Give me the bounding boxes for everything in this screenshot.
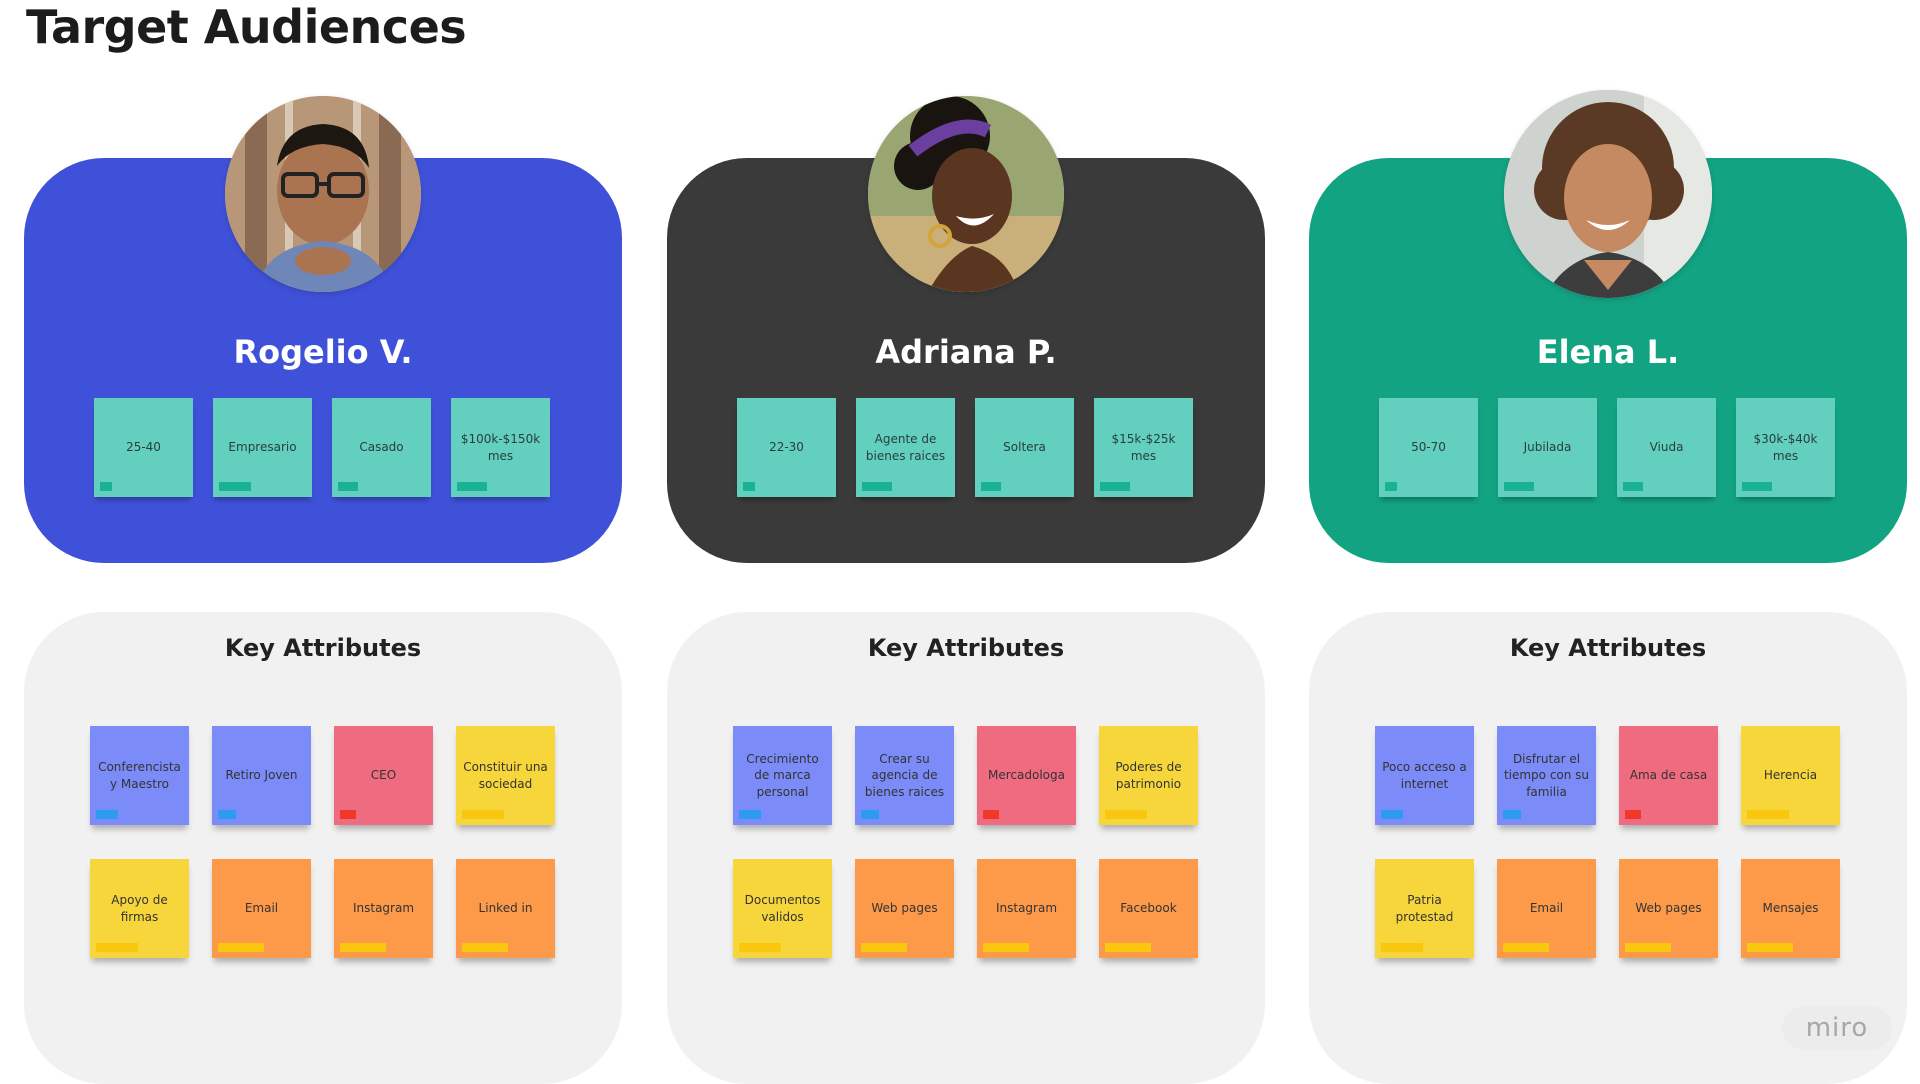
- note-tag: [1100, 482, 1130, 491]
- demo-note-income[interactable]: $100k-$150k mes: [451, 398, 550, 497]
- note-tag: [983, 810, 999, 819]
- attributes-grid: Crecimiento de marca personal Crear su ag…: [733, 726, 1213, 958]
- attribute-sticky-note[interactable]: Web pages: [855, 859, 954, 958]
- note-tag: [1105, 943, 1151, 952]
- attributes-heading: Key Attributes: [1509, 634, 1707, 662]
- demo-note-status[interactable]: Viuda: [1617, 398, 1716, 497]
- note-tag: [100, 482, 112, 491]
- attribute-sticky-note[interactable]: Linked in: [456, 859, 555, 958]
- note-tag: [96, 943, 138, 952]
- demo-note-age[interactable]: 25-40: [94, 398, 193, 497]
- miro-logo: miro: [1782, 1006, 1892, 1050]
- attribute-sticky-note[interactable]: Instagram: [977, 859, 1076, 958]
- attribute-sticky-note[interactable]: Apoyo de firmas: [90, 859, 189, 958]
- note-tag: [1623, 482, 1643, 491]
- attribute-sticky-note[interactable]: Ama de casa: [1619, 726, 1718, 825]
- note-tag: [861, 943, 907, 952]
- demo-note-occupation[interactable]: Jubilada: [1498, 398, 1597, 497]
- note-tag: [1747, 943, 1793, 952]
- avatar-rogelio[interactable]: [225, 96, 421, 292]
- attribute-sticky-note[interactable]: Constituir una sociedad: [456, 726, 555, 825]
- demo-note-occupation[interactable]: Agente de bienes raices: [856, 398, 955, 497]
- note-tag: [861, 810, 879, 819]
- note-tag: [338, 482, 358, 491]
- note-tag: [1747, 810, 1789, 819]
- note-tag: [1625, 810, 1641, 819]
- attribute-sticky-note[interactable]: Conferencista y Maestro: [90, 726, 189, 825]
- note-tag: [219, 482, 251, 491]
- demo-note-status[interactable]: Casado: [332, 398, 431, 497]
- attribute-sticky-note[interactable]: Documentos validos: [733, 859, 832, 958]
- attributes-card-rogelio[interactable]: Key Attributes Conferencista y Maestro Re…: [24, 612, 622, 1084]
- note-tag: [340, 810, 356, 819]
- note-tag: [218, 810, 236, 819]
- attribute-sticky-note[interactable]: Instagram: [334, 859, 433, 958]
- note-tag: [983, 943, 1029, 952]
- note-tag: [218, 943, 264, 952]
- note-tag: [1742, 482, 1772, 491]
- note-tag: [1504, 482, 1534, 491]
- attribute-sticky-note[interactable]: Retiro Joven: [212, 726, 311, 825]
- attribute-sticky-note[interactable]: Disfrutar el tiempo con su familia: [1497, 726, 1596, 825]
- note-tag: [1385, 482, 1397, 491]
- note-tag: [1503, 810, 1521, 819]
- attribute-sticky-note[interactable]: CEO: [334, 726, 433, 825]
- page-title: Target Audiences: [26, 0, 467, 54]
- avatar-adriana[interactable]: [868, 96, 1064, 292]
- note-tag: [1625, 943, 1671, 952]
- attributes-grid: Conferencista y Maestro Retiro Joven CEO Co…: [90, 726, 570, 958]
- attribute-sticky-note[interactable]: Poco acceso a internet: [1375, 726, 1474, 825]
- demo-note-income[interactable]: $15k-$25k mes: [1094, 398, 1193, 497]
- attribute-sticky-note[interactable]: Mercadologa: [977, 726, 1076, 825]
- note-tag: [1105, 810, 1147, 819]
- persona-name: Elena L.: [1536, 333, 1680, 371]
- attribute-sticky-note[interactable]: Email: [212, 859, 311, 958]
- attribute-sticky-note[interactable]: Patria protestad: [1375, 859, 1474, 958]
- persona-card-rogelio[interactable]: Rogelio V. 25-40 Empresario Casado $100k…: [24, 96, 622, 563]
- persona-card-elena[interactable]: Elena L. 50-70 Jubilada Viuda $30k-$40k …: [1309, 90, 1907, 563]
- note-tag: [1381, 810, 1403, 819]
- demo-note-age[interactable]: 50-70: [1379, 398, 1478, 497]
- note-tag: [1503, 943, 1549, 952]
- demo-note-occupation[interactable]: Empresario: [213, 398, 312, 497]
- avatar-elena[interactable]: [1504, 90, 1712, 298]
- attribute-sticky-note[interactable]: Mensajes: [1741, 859, 1840, 958]
- note-tag: [739, 943, 781, 952]
- note-tag: [462, 810, 504, 819]
- note-tag: [96, 810, 118, 819]
- attributes-grid: Poco acceso a internet Disfrutar el tiemp…: [1375, 726, 1855, 958]
- attribute-sticky-note[interactable]: Email: [1497, 859, 1596, 958]
- note-tag: [457, 482, 487, 491]
- attributes-heading: Key Attributes: [867, 634, 1065, 662]
- attribute-sticky-note[interactable]: Crear su agencia de bienes raices: [855, 726, 954, 825]
- note-tag: [743, 482, 755, 491]
- attribute-sticky-note[interactable]: Poderes de patrimonio: [1099, 726, 1198, 825]
- note-tag: [462, 943, 508, 952]
- attribute-sticky-note[interactable]: Crecimiento de marca personal: [733, 726, 832, 825]
- attribute-sticky-note[interactable]: Web pages: [1619, 859, 1718, 958]
- note-tag: [1381, 943, 1423, 952]
- attributes-card-adriana[interactable]: Key Attributes Crecimiento de marca pers…: [667, 612, 1265, 1084]
- note-tag: [739, 810, 761, 819]
- attributes-heading: Key Attributes: [224, 634, 422, 662]
- note-tag: [862, 482, 892, 491]
- persona-name: Adriana P.: [875, 333, 1057, 371]
- demo-note-income[interactable]: $30k-$40k mes: [1736, 398, 1835, 497]
- note-tag: [340, 943, 386, 952]
- persona-name: Rogelio V.: [233, 333, 413, 371]
- attribute-sticky-note[interactable]: Herencia: [1741, 726, 1840, 825]
- demo-note-age[interactable]: 22-30: [737, 398, 836, 497]
- note-tag: [981, 482, 1001, 491]
- persona-card-adriana[interactable]: Adriana P. 22-30 Agente de bienes raices…: [667, 96, 1265, 563]
- demo-note-status[interactable]: Soltera: [975, 398, 1074, 497]
- attribute-sticky-note[interactable]: Facebook: [1099, 859, 1198, 958]
